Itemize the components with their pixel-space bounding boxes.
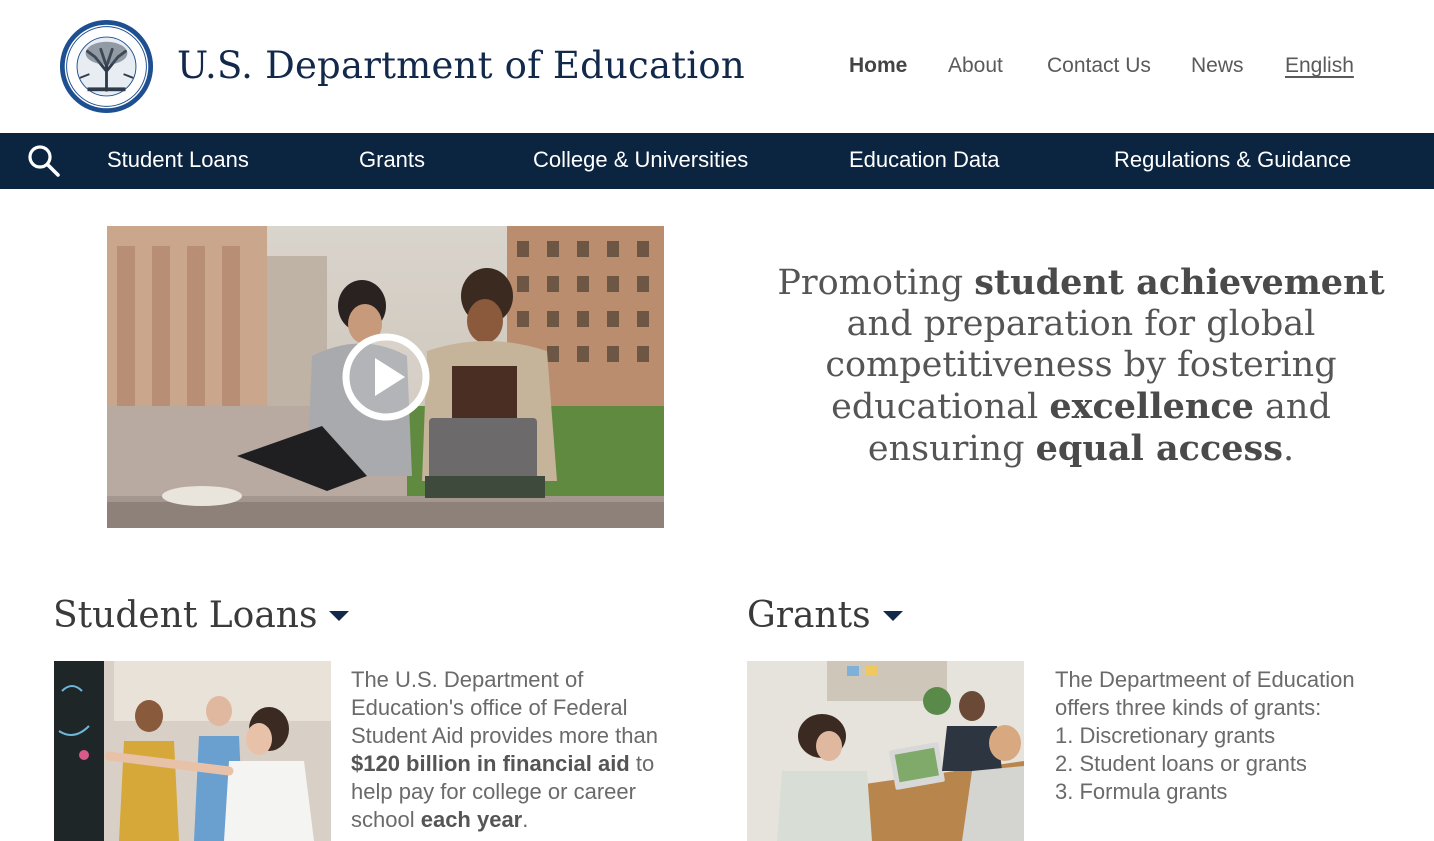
description-text: . (522, 807, 529, 832)
grant-type-item: 3. Formula grants (1055, 779, 1228, 804)
grants-description: The Departmeent of Education offers thre… (1055, 666, 1355, 806)
description-line: Student Aid provides more than (351, 723, 658, 748)
language-selector-link[interactable]: English (1285, 54, 1354, 78)
nav-contact-us-link[interactable]: Contact Us (1047, 54, 1151, 78)
description-line: The U.S. Department of (351, 667, 584, 692)
section-title: Student Loans (53, 595, 318, 636)
mission-text: Promoting (777, 263, 975, 303)
main-nav-student-loans[interactable]: Student Loans (107, 147, 249, 173)
mission-text: . (1282, 429, 1295, 469)
description-line: Education's office of Federal (351, 695, 628, 720)
description-line: $120 billion in financial aid to (351, 750, 658, 778)
site-header: U.S. Department of Education Home About … (0, 0, 1434, 133)
main-nav-regulations-guidance[interactable]: Regulations & Guidance (1114, 147, 1351, 173)
student-loans-image (54, 661, 331, 841)
description-text: to (629, 751, 655, 776)
hero-video[interactable] (107, 226, 664, 528)
grants-image (747, 661, 1024, 841)
section-title: Grants (747, 595, 871, 636)
each-year-highlight: each year (420, 807, 523, 832)
main-nav-grants[interactable]: Grants (359, 147, 425, 173)
mission-statement: Promoting student achievement and prepar… (770, 262, 1392, 470)
nav-about-link[interactable]: About (948, 54, 1003, 78)
financial-aid-highlight: $120 billion in financial aid (351, 751, 630, 776)
caret-down-icon (329, 611, 350, 621)
main-nav-bar: Student Loans Grants College & Universit… (0, 133, 1434, 189)
caret-down-icon (882, 611, 903, 621)
mission-emphasis: student achievement (974, 262, 1385, 303)
student-loans-description: The U.S. Department of Education's offic… (351, 666, 658, 834)
grant-type-item: 2. Student loans or grants (1055, 751, 1307, 776)
mission-emphasis: excellence (1049, 386, 1254, 427)
utility-nav: Home About Contact Us News English (0, 54, 1434, 84)
mission-emphasis: equal access (1035, 428, 1283, 469)
description-line: school each year. (351, 806, 658, 834)
play-icon[interactable] (340, 331, 432, 423)
description-line: The Departmeent of Education (1055, 667, 1355, 692)
student-loans-section-toggle[interactable]: Student Loans (53, 595, 350, 636)
nav-home-link[interactable]: Home (849, 54, 907, 78)
nav-news-link[interactable]: News (1191, 54, 1244, 78)
grants-section-toggle[interactable]: Grants (747, 595, 903, 636)
grant-type-item: 1. Discretionary grants (1055, 723, 1276, 748)
main-nav-college-universities[interactable]: College & Universities (533, 147, 748, 173)
description-text: school (351, 807, 421, 832)
description-line: help pay for college or career (351, 779, 636, 804)
description-line: offers three kinds of grants: (1055, 695, 1322, 720)
main-nav-education-data[interactable]: Education Data (849, 147, 999, 173)
search-icon[interactable] (27, 144, 61, 178)
